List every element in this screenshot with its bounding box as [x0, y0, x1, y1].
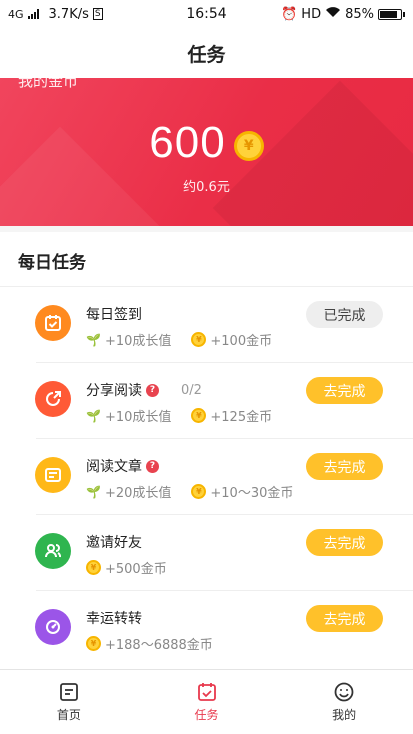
lucky-wheel-icon	[35, 609, 71, 645]
article-icon	[35, 457, 71, 493]
section-title: 每日任务	[18, 253, 86, 273]
task-name: 幸运转转	[86, 611, 142, 627]
task-go-button[interactable]: 去完成	[306, 453, 383, 480]
status-bar: 4G 3.7K/s S 16:54 ⏰ HD 85%	[0, 0, 413, 28]
sprout-icon: 🌱	[86, 408, 101, 423]
coin-icon: ¥	[191, 332, 207, 347]
coin-amount: 600	[149, 118, 226, 167]
task-go-button[interactable]: 去完成	[306, 605, 383, 632]
task-icon	[197, 683, 216, 701]
task-item-lucky-wheel: 幸运转转 ¥ +188～6888金币 去完成	[0, 591, 413, 667]
network-speed: 3.7K/s	[48, 6, 89, 22]
growth-reward: +10成长值	[104, 334, 172, 349]
task-item-daily-checkin: 每日签到 🌱 +10成长值 ¥ +100金币 已完成	[0, 287, 413, 363]
smiley-icon	[334, 682, 354, 702]
coins-label: 我的金币	[18, 78, 79, 90]
coin-icon: ¥	[86, 560, 101, 575]
task-go-button[interactable]: 去完成	[306, 377, 383, 404]
help-icon[interactable]: ?	[146, 459, 159, 473]
coin-reward: +125金币	[210, 410, 273, 425]
task-item-share-reading: 分享阅读? 0/2 🌱 +10成长值 ¥ +125金币 去完成	[0, 363, 413, 439]
coin-reward: +188～6888金币	[105, 638, 213, 653]
calendar-check-icon	[35, 305, 71, 341]
task-go-button[interactable]: 去完成	[306, 529, 383, 556]
tab-label: 任务	[194, 708, 219, 722]
invite-friends-icon	[35, 533, 71, 569]
task-name: 分享阅读	[86, 383, 142, 399]
coin-reward: +10～30金币	[210, 486, 294, 501]
page-title-bar: 任务	[0, 28, 413, 78]
home-icon	[59, 683, 78, 701]
daily-tasks-section: 每日任务 每日签到 🌱 +10成长值 ¥ +100金币 已完成 分享阅读? 0/2 🌱…	[0, 232, 413, 669]
signal-icon	[27, 9, 39, 19]
bottom-tab-bar: 首页 任务 我的	[0, 669, 413, 734]
alarm-icon: ⏰	[281, 6, 298, 22]
coin-icon: ¥	[86, 636, 101, 651]
sprout-icon: 🌱	[86, 484, 101, 499]
growth-reward: +10成长值	[104, 410, 172, 425]
task-progress: 0/2	[181, 382, 202, 398]
task-name: 邀请好友	[86, 535, 142, 551]
battery-icon	[378, 8, 405, 20]
speed-badge: S	[92, 8, 103, 20]
tab-label: 我的	[332, 708, 357, 722]
help-icon[interactable]: ?	[146, 383, 159, 397]
tab-home[interactable]: 首页	[0, 670, 138, 734]
coin-balance-banner: 我的金币 600 ¥ 约0.6元	[0, 78, 413, 226]
battery-percent: 85%	[345, 6, 374, 22]
tab-label: 首页	[56, 708, 81, 722]
network-type: 4G	[8, 7, 24, 21]
coin-icon: ¥	[191, 484, 207, 499]
coin-icon: ¥	[191, 408, 207, 423]
coin-icon: ¥	[233, 131, 264, 161]
coin-reward: +100金币	[210, 334, 273, 349]
coin-amount-row: 600 ¥	[0, 118, 413, 168]
task-item-read-article: 阅读文章? 🌱 +20成长值 ¥ +10～30金币 去完成	[0, 439, 413, 515]
page-title: 任务	[187, 43, 226, 66]
coin-reward: +500金币	[105, 562, 167, 577]
sprout-icon: 🌱	[86, 332, 101, 347]
hd-label: HD	[301, 6, 322, 22]
task-completed-button[interactable]: 已完成	[306, 301, 383, 328]
share-icon	[35, 381, 71, 417]
tab-tasks[interactable]: 任务	[138, 670, 276, 734]
tab-me[interactable]: 我的	[275, 670, 413, 734]
task-name: 阅读文章	[86, 459, 142, 475]
task-name: 每日签到	[86, 307, 142, 323]
task-item-invite-friends: 邀请好友 ¥ +500金币 去完成	[0, 515, 413, 591]
coin-value-approx: 约0.6元	[183, 180, 230, 195]
growth-reward: +20成长值	[104, 486, 172, 501]
wifi-icon	[325, 6, 341, 22]
